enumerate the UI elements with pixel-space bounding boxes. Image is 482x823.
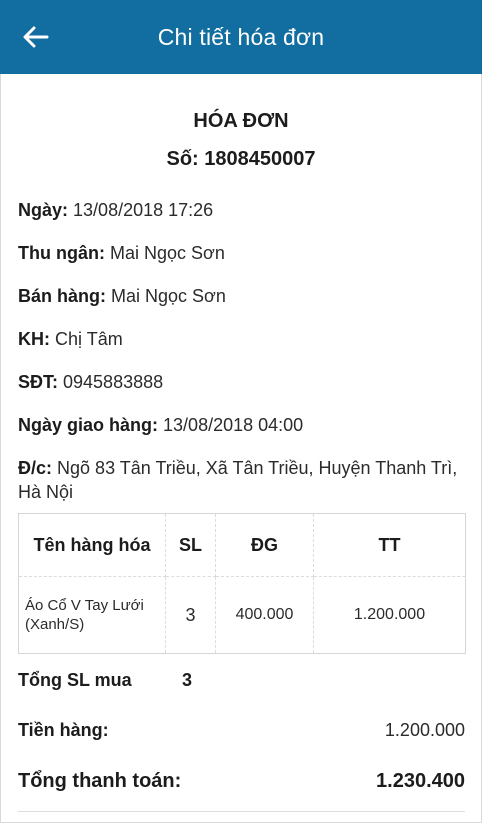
seller-field: Bán hàng: Mai Ngọc Sơn [18,284,458,308]
header-line-total: TT [313,513,466,577]
subtotal-label: Tiền hàng: [18,720,109,740]
header-item-name: Tên hàng hóa [18,513,166,577]
back-button[interactable] [18,19,54,55]
item-unit-price: 400.000 [215,576,314,654]
customer-field: KH: Chị Tâm [18,327,458,351]
total-quantity-label: Tổng SL mua [18,670,132,690]
item-line-total: 1.200.000 [353,606,426,623]
grand-total-row: Tổng thanh toán: 1.230.400 [18,770,465,793]
address-value: Ngõ 83 Tân Triều, Xã Tân Triều, Huyện Th… [18,458,458,502]
table-row: Áo Cổ V Tay Lưới (Xanh/S) 3 400.000 1.20… [18,576,466,654]
date-value: 13/08/2018 17:26 [73,200,214,220]
arrow-left-icon [23,26,49,48]
phone-label: SĐT: [18,372,58,392]
cashier-label: Thu ngân: [18,243,105,263]
customer-label: KH: [18,329,50,349]
item-quantity: 3 [165,576,216,654]
seller-label: Bán hàng: [18,286,106,306]
delivery-date-value: 13/08/2018 04:00 [163,415,304,435]
app-bar: Chi tiết hóa đơn [0,0,482,74]
seller-value: Mai Ngọc Sơn [111,286,226,306]
subtotal-row: Tiền hàng: 1.200.000 [18,720,465,741]
grand-total-value: 1.230.400 [376,770,465,792]
item-name: Áo Cổ V Tay Lưới (Xanh/S) [18,576,166,654]
invoice-number: Số: 1808450007 [166,148,316,170]
address-label: Đ/c: [18,458,53,478]
delivery-date-label: Ngày giao hàng: [18,415,159,435]
grand-total-label: Tổng thanh toán: [18,770,182,792]
total-quantity-value: 3 [182,670,193,690]
date-label: Ngày: [18,200,69,220]
subtotal-value: 1.200.000 [384,720,465,740]
date-field: Ngày: 13/08/2018 17:26 [18,198,458,222]
total-quantity-row: Tổng SL mua 3 [18,670,465,691]
phone-field: SĐT: 0945883888 [18,370,458,394]
divider [18,811,465,812]
delivery-date-field: Ngày giao hàng: 13/08/2018 04:00 [18,413,458,437]
phone-value: 0945883888 [63,372,164,392]
header-unit-price: ĐG [215,513,314,577]
items-table: Tên hàng hóa SL ĐG TT Áo Cổ V Tay Lưới (… [18,513,466,654]
page-title: Chi tiết hóa đơn [157,23,325,50]
cashier-value: Mai Ngọc Sơn [110,243,225,263]
invoice-title: HÓA ĐƠN [193,110,289,132]
header-quantity: SL [165,513,216,577]
cashier-field: Thu ngân: Mai Ngọc Sơn [18,241,458,265]
address-field: Đ/c: Ngõ 83 Tân Triều, Xã Tân Triều, Huy… [18,456,458,504]
table-header-row: Tên hàng hóa SL ĐG TT [18,513,466,577]
customer-value: Chị Tâm [55,329,123,349]
